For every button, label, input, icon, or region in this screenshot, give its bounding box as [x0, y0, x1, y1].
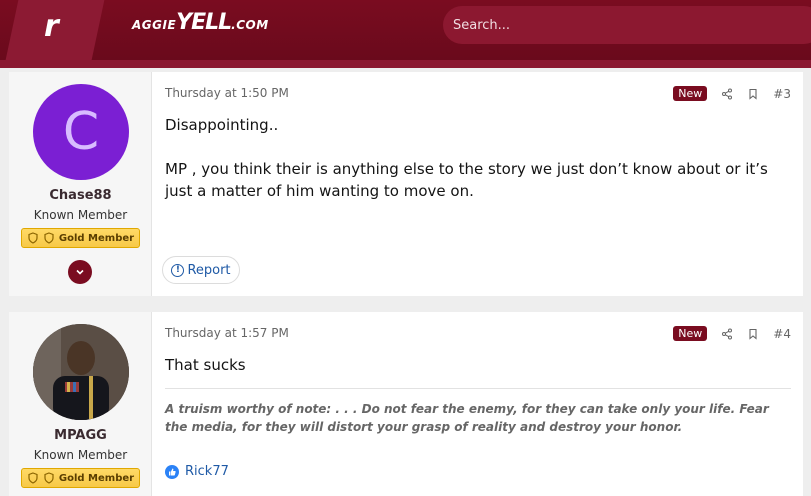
gold-member-badge: Gold Member [21, 468, 140, 488]
new-badge: New [673, 326, 708, 341]
site-header: r AGGIE YELL .COM [0, 0, 811, 60]
user-signature: A truism worthy of note: . . . Do not fe… [165, 402, 769, 434]
avatar[interactable]: C [33, 84, 129, 180]
brand-part-yell: YELL [176, 10, 232, 35]
header-divider [0, 60, 811, 68]
report-button[interactable]: ! Report [162, 256, 240, 284]
search-input[interactable] [453, 17, 753, 33]
shield-icon [28, 232, 38, 244]
post-actions: New #4 [673, 326, 791, 341]
post-body-line: That sucks [165, 356, 246, 374]
post-body-line: MP , you think their is anything else to… [165, 160, 768, 200]
share-icon[interactable] [721, 328, 733, 340]
info-icon: ! [171, 263, 185, 277]
post: C Chase88 Known Member Gold Member Thurs… [9, 72, 803, 296]
user-title: Known Member [33, 208, 128, 222]
post-message: Thursday at 1:50 PM New #3 Disappointing… [162, 72, 791, 296]
post-actions: New #3 [673, 86, 791, 101]
chevron-down-icon [76, 269, 84, 275]
expand-user-info-button[interactable] [68, 260, 92, 284]
shield-icon [28, 472, 38, 484]
brand-part-com: .COM [231, 18, 269, 32]
username[interactable]: MPAGG [9, 428, 152, 443]
post-author-panel: MPAGG Known Member Gold Member [9, 312, 152, 496]
post-message: Thursday at 1:57 PM New #4 That sucks A … [165, 312, 791, 496]
post: MPAGG Known Member Gold Member Thursday … [9, 312, 803, 496]
search-bar[interactable] [443, 6, 811, 44]
new-badge: New [673, 86, 708, 101]
user-title: Known Member [33, 448, 128, 462]
like-icon [165, 464, 179, 479]
post-number[interactable]: #3 [773, 87, 791, 101]
badge-label: Gold Member [58, 232, 135, 244]
user-photo [33, 324, 129, 420]
username[interactable]: Chase88 [9, 188, 152, 203]
post-body-line: Disappointing.. [165, 116, 279, 134]
signature-divider [165, 388, 791, 389]
shield-icon [44, 472, 54, 484]
report-label: Report [187, 262, 231, 278]
gold-member-badge: Gold Member [21, 228, 140, 248]
avatar[interactable] [33, 324, 129, 420]
bookmark-icon[interactable] [747, 88, 759, 100]
badge-label: Gold Member [58, 472, 135, 484]
post-author-panel: C Chase88 Known Member Gold Member [9, 72, 152, 296]
post-timestamp[interactable]: Thursday at 1:57 PM [165, 326, 289, 340]
shield-icon [44, 232, 54, 244]
site-logo[interactable]: r [44, 8, 59, 46]
post-number[interactable]: #4 [773, 327, 791, 341]
bookmark-icon[interactable] [747, 328, 759, 340]
share-icon[interactable] [721, 88, 733, 100]
post-timestamp[interactable]: Thursday at 1:50 PM [165, 86, 289, 100]
brand-part-aggie: AGGIE [132, 18, 177, 32]
brand-wordmark[interactable]: AGGIE YELL .COM [132, 10, 269, 38]
reactions-bar[interactable]: Rick77 [165, 464, 229, 479]
reaction-user-link[interactable]: Rick77 [185, 464, 229, 479]
